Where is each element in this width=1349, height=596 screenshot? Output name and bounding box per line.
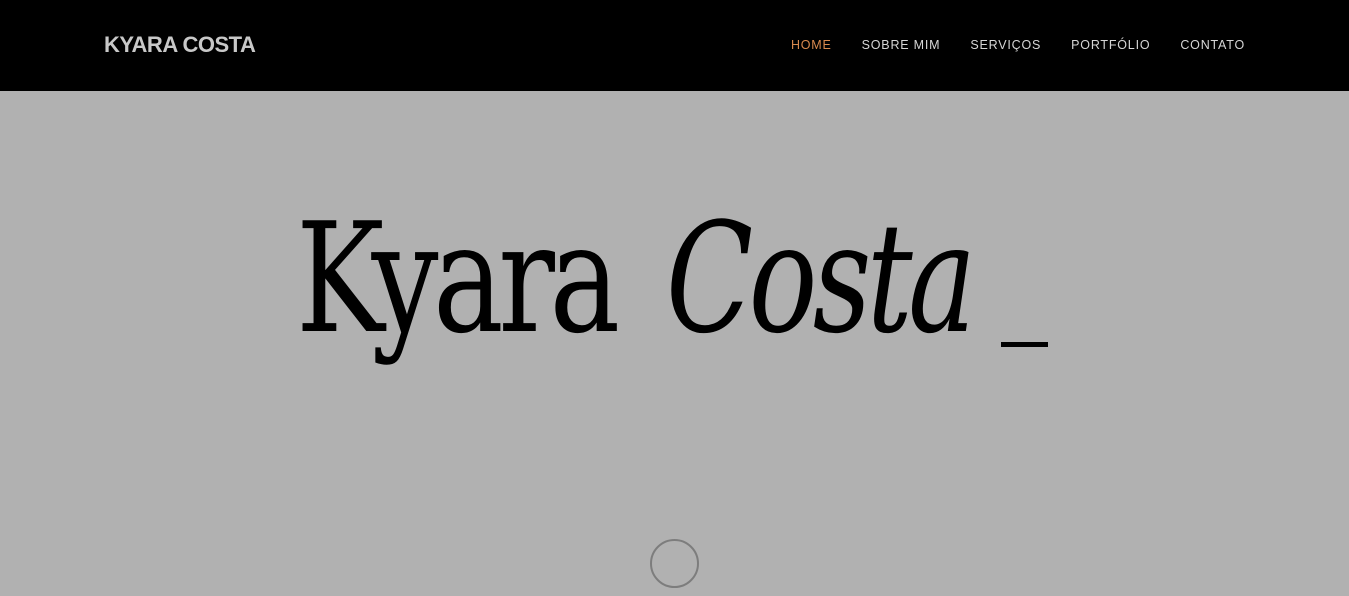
- hero-section: Kyara Costa: [0, 91, 1349, 596]
- nav-link-home[interactable]: HOME: [791, 38, 832, 52]
- main-nav-menu: HOME SOBRE MIM SERVIÇOS PORTFÓLIO CONTAT…: [791, 36, 1245, 54]
- nav-link-contato[interactable]: CONTATO: [1180, 38, 1245, 52]
- hero-logo-first-name: Kyara: [296, 190, 620, 367]
- hero-logo: Kyara Costa: [296, 199, 1056, 399]
- hero-logo-underscore: [1001, 342, 1048, 347]
- nav-link-portfolio[interactable]: PORTFÓLIO: [1071, 38, 1150, 52]
- brand-logo-link[interactable]: KYARA COSTA: [104, 31, 256, 59]
- scroll-down-circle-icon[interactable]: [650, 539, 699, 588]
- nav-item-home: HOME: [791, 36, 832, 54]
- nav-link-servicos[interactable]: SERVIÇOS: [970, 38, 1041, 52]
- nav-item-sobre-mim: SOBRE MIM: [862, 36, 941, 54]
- nav-link-sobre-mim[interactable]: SOBRE MIM: [862, 38, 941, 52]
- nav-item-servicos: SERVIÇOS: [970, 36, 1041, 54]
- nav-item-contato: CONTATO: [1180, 36, 1245, 54]
- hero-logo-last-name: Costa: [666, 190, 976, 367]
- top-navbar: KYARA COSTA HOME SOBRE MIM SERVIÇOS PORT…: [0, 0, 1349, 91]
- nav-item-portfolio: PORTFÓLIO: [1071, 36, 1150, 54]
